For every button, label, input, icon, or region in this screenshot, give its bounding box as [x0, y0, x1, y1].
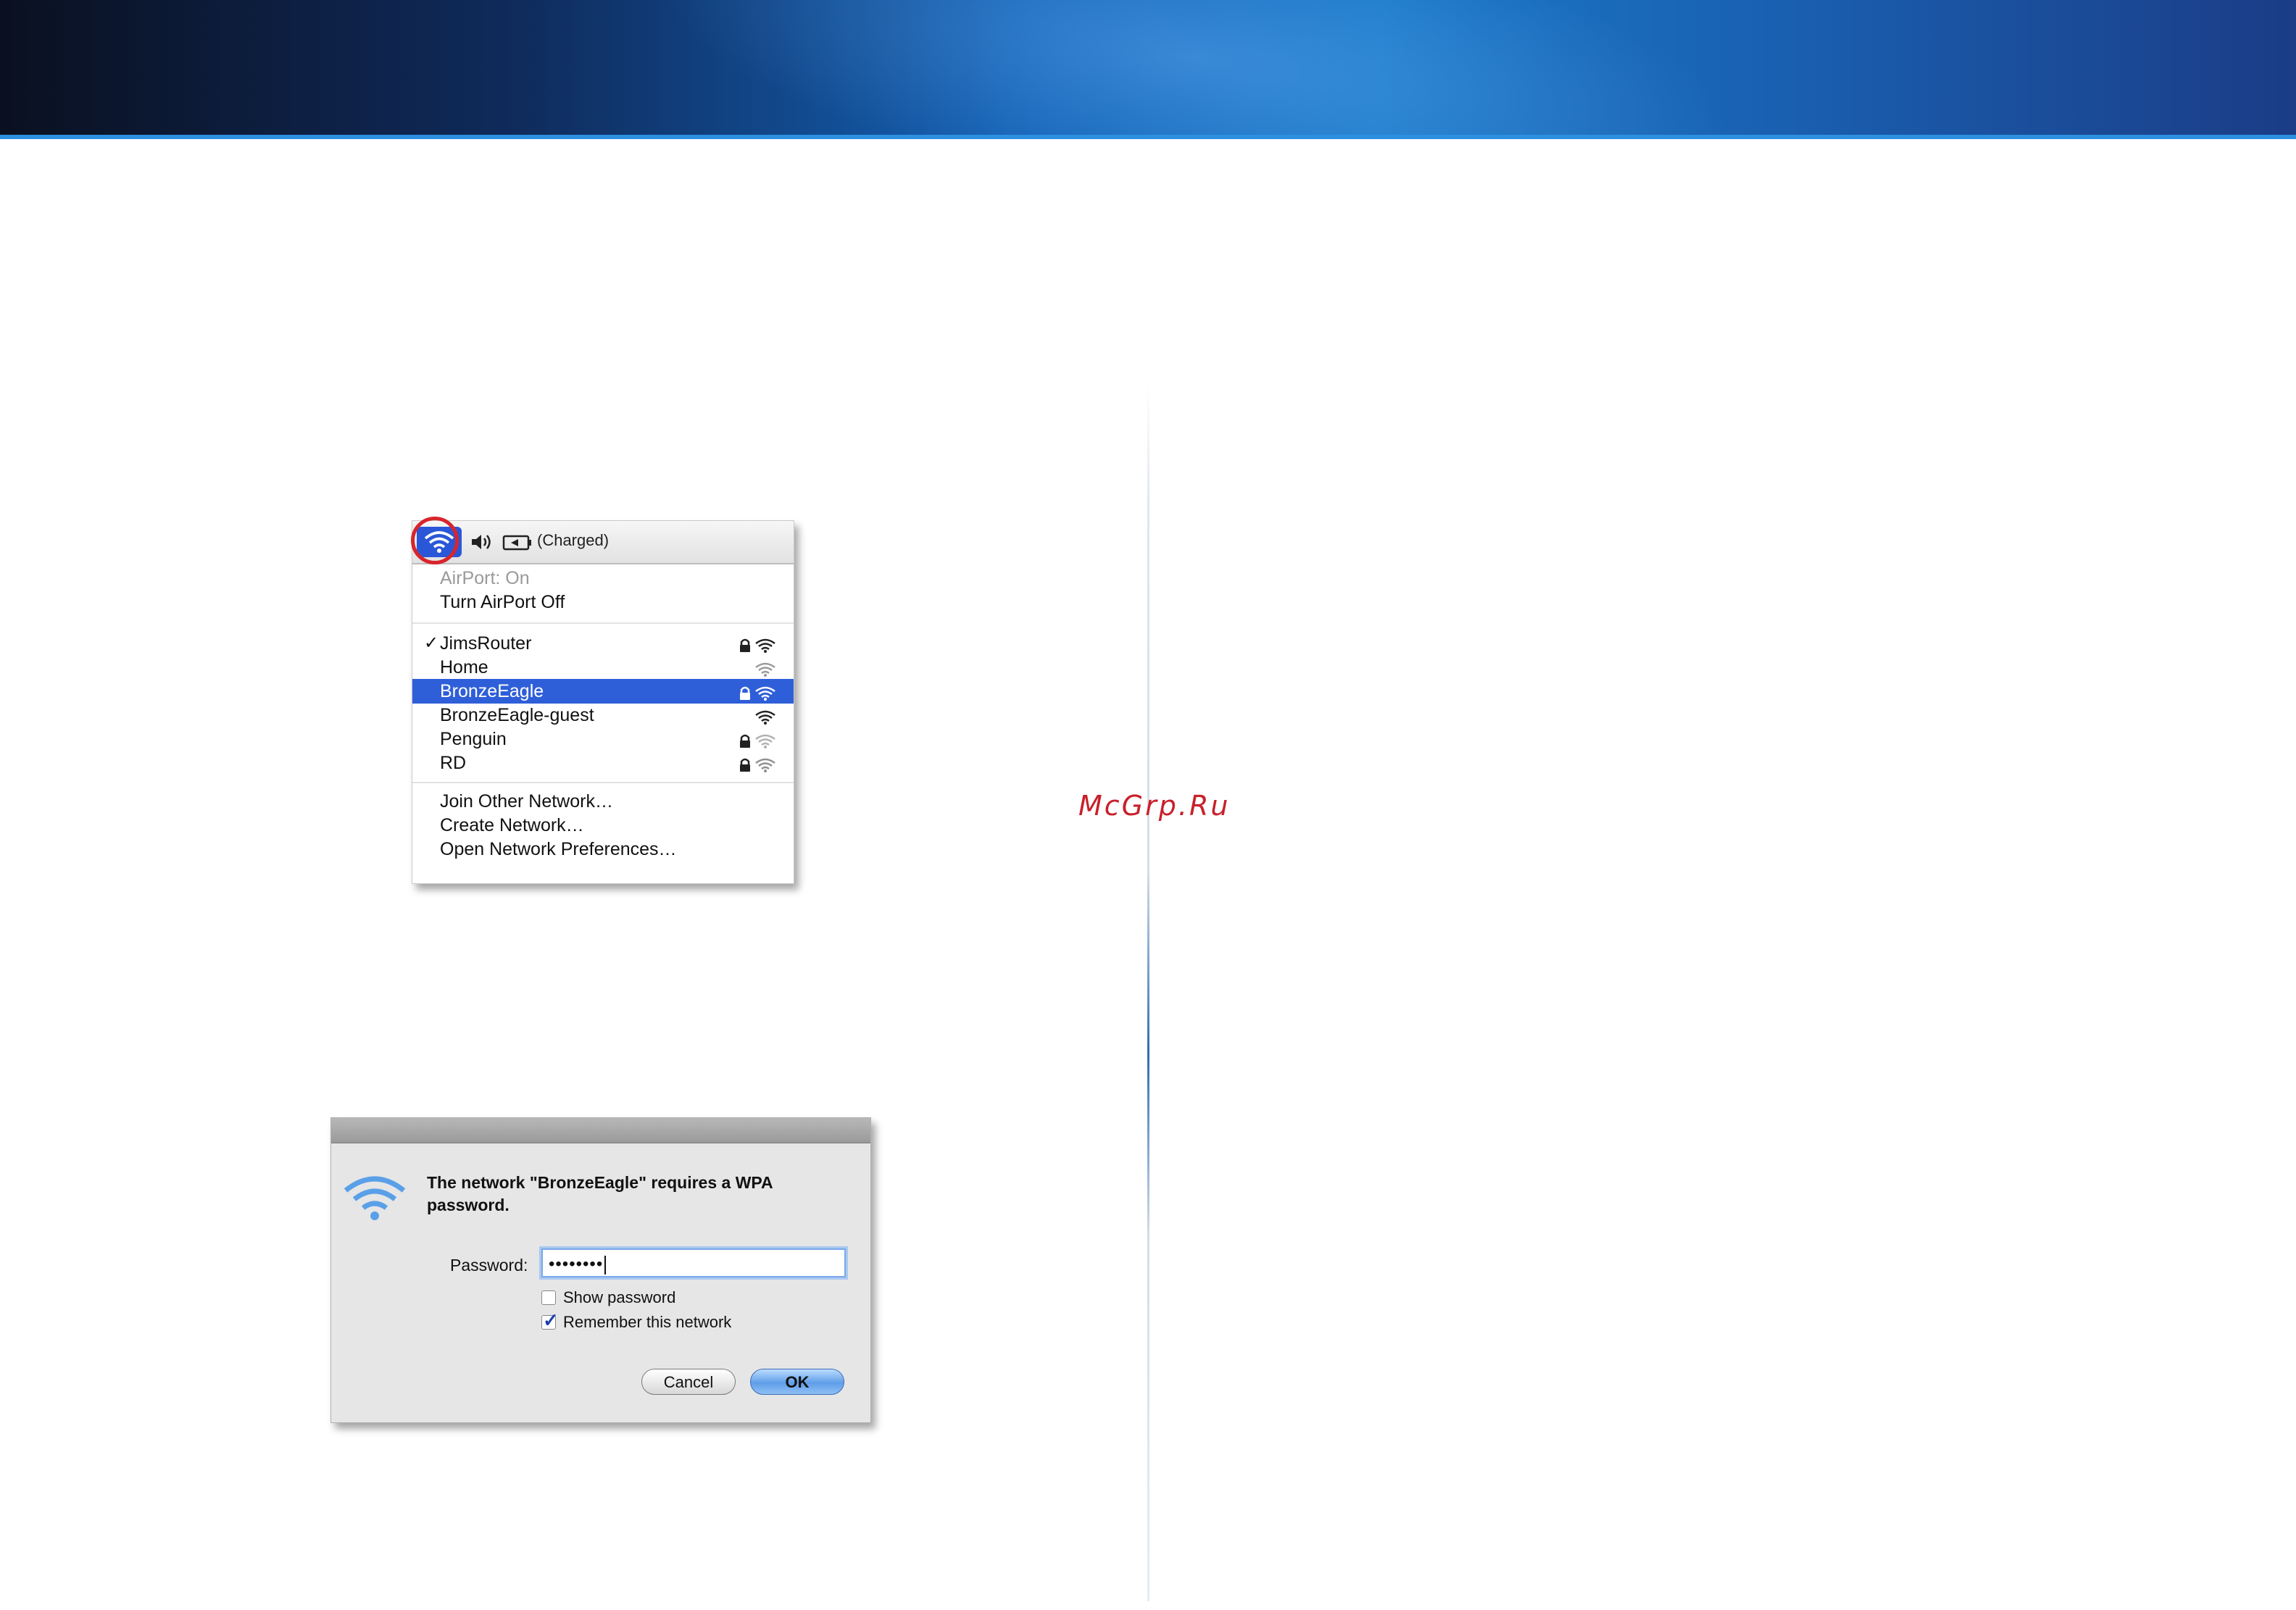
- airport-menu: (Charged) AirPort: On Turn AirPort Off ✓…: [411, 517, 794, 884]
- dialog-message: The network "BronzeEagle" requires a WPA…: [427, 1173, 773, 1214]
- password-value: ••••••••: [549, 1254, 604, 1274]
- password-input[interactable]: ••••••••: [541, 1248, 846, 1277]
- network-item[interactable]: BronzeEagle: [412, 679, 794, 704]
- network-name: BronzeEagle: [440, 681, 544, 701]
- wifi-icon: [344, 1176, 406, 1220]
- network-item[interactable]: RD: [412, 751, 794, 775]
- password-label: Password:: [450, 1256, 528, 1275]
- menu-item-turn-airport-off[interactable]: Turn AirPort Off: [412, 590, 794, 614]
- network-item[interactable]: BronzeEagle-guest: [412, 703, 794, 727]
- highlight-circle: [411, 517, 459, 564]
- wifi-signal-icon: [755, 758, 775, 772]
- menu-item-create-network[interactable]: Create Network…: [412, 813, 794, 838]
- battery-status: (Charged): [537, 531, 610, 549]
- wifi-signal-icon: [755, 710, 775, 725]
- menu-item-open-network-preferences[interactable]: Open Network Preferences…: [412, 837, 794, 862]
- network-item[interactable]: ✓ JimsRouter: [412, 631, 794, 656]
- network-item[interactable]: Home: [412, 655, 794, 680]
- show-password-box[interactable]: [541, 1290, 556, 1305]
- network-name: Penguin: [440, 729, 507, 749]
- lock-icon: [740, 734, 750, 748]
- network-name: JimsRouter: [440, 633, 532, 654]
- network-item[interactable]: Penguin: [412, 727, 794, 751]
- wifi-signal-icon: [755, 662, 775, 677]
- menu-item-airport-status: AirPort: On: [440, 568, 530, 588]
- network-name: RD: [440, 753, 467, 773]
- network-name: BronzeEagle-guest: [440, 705, 594, 725]
- cancel-button[interactable]: Cancel: [641, 1369, 736, 1395]
- network-name: Home: [440, 657, 488, 677]
- lock-icon: [740, 758, 750, 772]
- lock-icon: [740, 638, 750, 652]
- page-header-banner: [0, 0, 2296, 139]
- checkmark-icon: ✓: [424, 633, 439, 653]
- wifi-signal-icon: [755, 686, 775, 701]
- show-password-label: Show password: [563, 1288, 676, 1306]
- menu-separator: [412, 782, 794, 783]
- watermark: McGrp.Ru: [1078, 790, 1231, 822]
- menu-bar: (Charged): [411, 517, 794, 564]
- wifi-signal-icon: [755, 734, 775, 748]
- menu-item-join-other-network[interactable]: Join Other Network…: [412, 789, 794, 814]
- checkmark-icon: ✓: [543, 1309, 559, 1331]
- dialog-titlebar[interactable]: [331, 1118, 870, 1143]
- speaker-icon[interactable]: [470, 533, 495, 551]
- remember-network-box[interactable]: ✓: [541, 1310, 559, 1330]
- lock-icon: [740, 686, 750, 700]
- remember-network-label: Remember this network: [563, 1313, 732, 1331]
- wifi-signal-icon: [755, 638, 775, 653]
- wpa-password-dialog: The network "BronzeEagle" requires a WPA…: [330, 1117, 871, 1423]
- banner-sheen: [637, 0, 1755, 139]
- column-divider: [1147, 384, 1149, 1601]
- battery-icon[interactable]: [502, 534, 533, 551]
- menu-separator: [412, 622, 794, 624]
- ok-button[interactable]: OK: [750, 1369, 844, 1395]
